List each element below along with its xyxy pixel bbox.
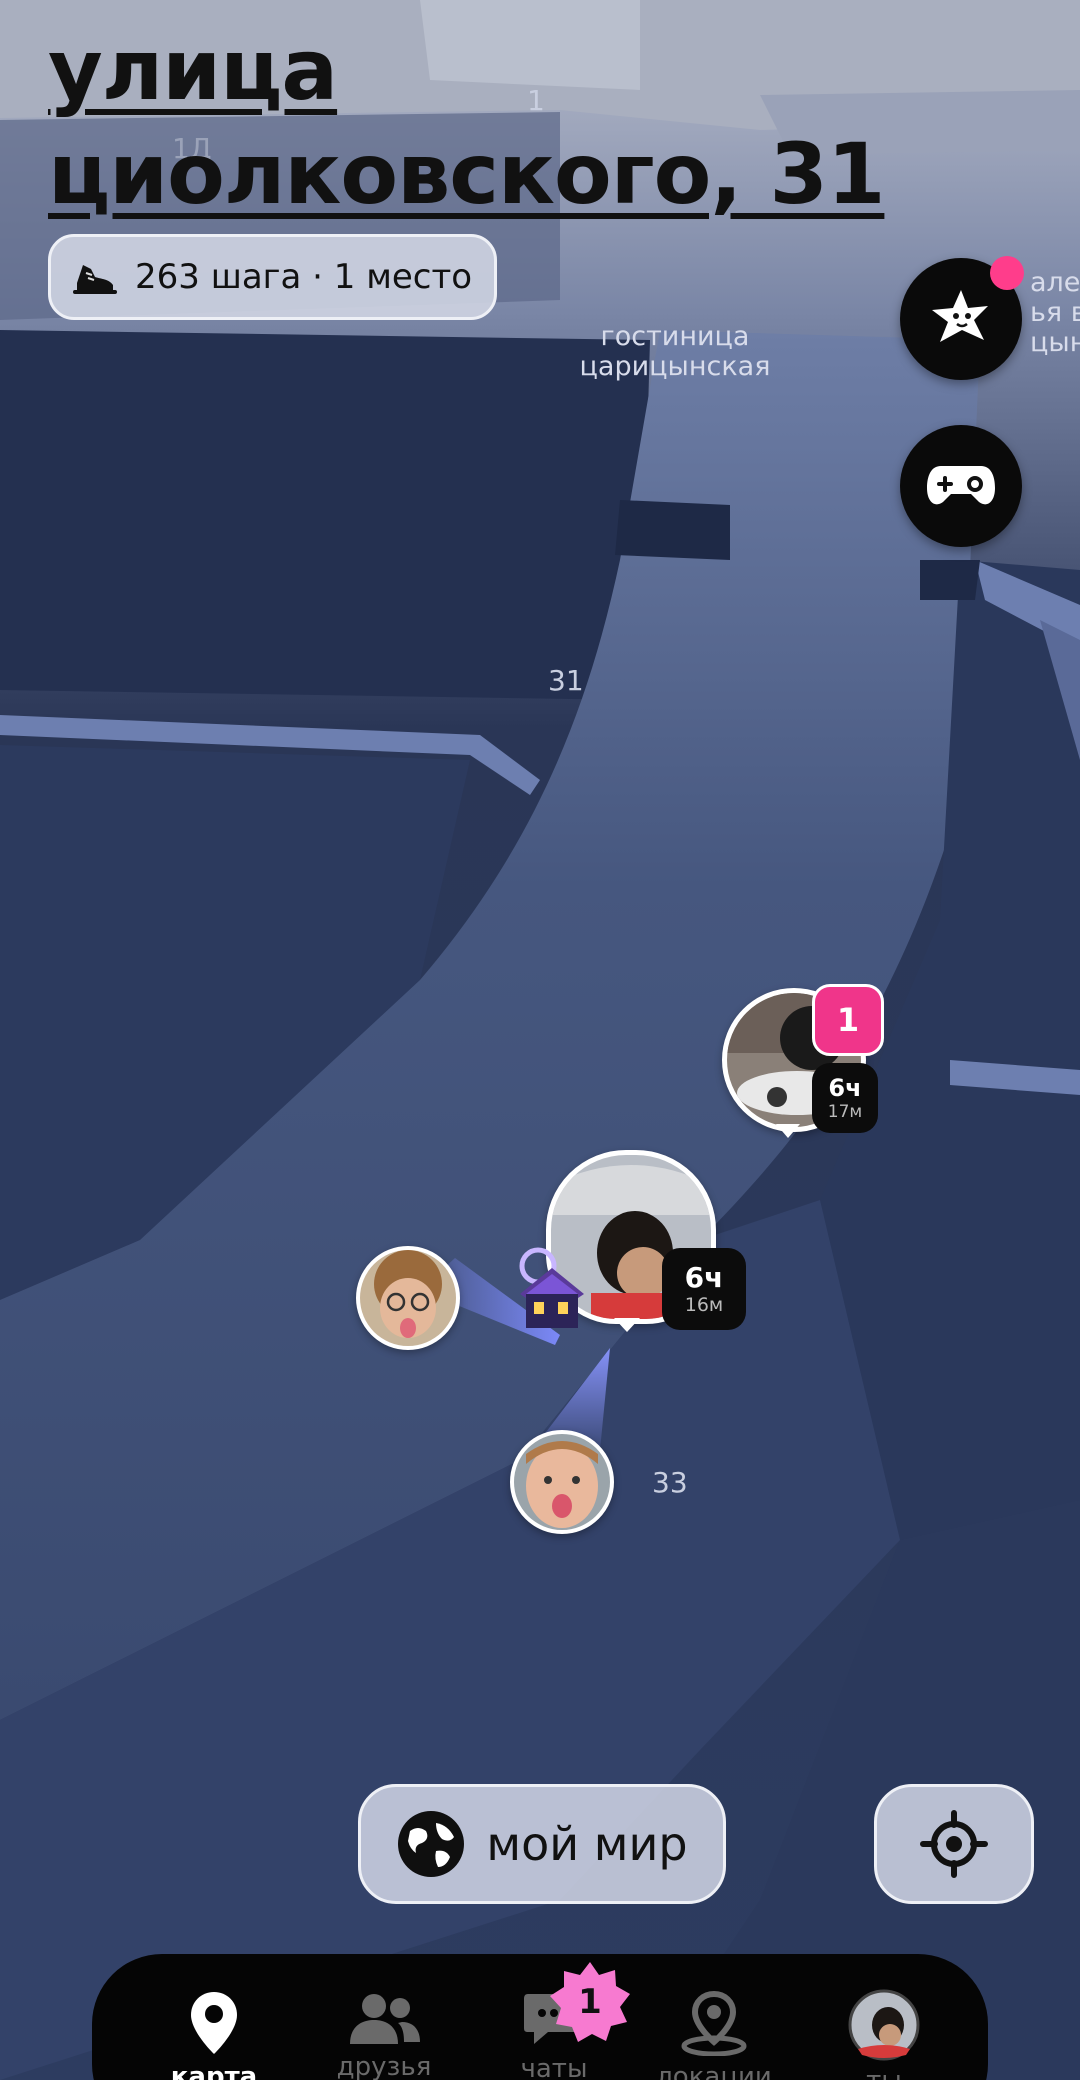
globe-icon [398, 1811, 465, 1877]
tab-label: карта [170, 2062, 258, 2080]
games-button[interactable] [900, 425, 1022, 547]
map-building-number: 33 [652, 1466, 688, 1499]
crosshair-icon [920, 1810, 988, 1878]
location-icon [681, 1990, 747, 2056]
time-since-badge: 6ч 16м [662, 1248, 746, 1330]
my-world-button[interactable]: мой мир [358, 1784, 726, 1904]
tab-locations[interactable]: локации [644, 1954, 784, 2080]
tab-profile[interactable]: ты [814, 1954, 954, 2080]
notification-dot [990, 256, 1024, 290]
map-poi-label: гостиница царицынская [579, 321, 771, 382]
marker-pointer [614, 1318, 640, 1332]
tab-label: локации [656, 2062, 772, 2080]
friends-icon [350, 1994, 420, 2044]
my-world-label: мой мир [486, 1817, 688, 1871]
new-moments-badge: 1 [812, 984, 884, 1056]
tab-friends[interactable]: друзья [314, 1954, 454, 2080]
home-house-icon[interactable] [512, 1246, 592, 1336]
time-since-badge: 6ч 17м [812, 1063, 878, 1133]
address-title[interactable]: улица циолковского, 31 [48, 18, 908, 226]
unread-count: 1 [578, 1982, 602, 2022]
map-pin-icon [191, 1992, 237, 2054]
star-character-icon [932, 290, 988, 342]
bottom-tab-bar: карта друзья 1 чаты локации [92, 1954, 988, 2080]
steps-pill[interactable]: 263 шага · 1 место [48, 234, 498, 320]
marker-pointer [776, 1124, 800, 1138]
tab-map[interactable]: карта [144, 1954, 284, 2080]
tab-label: чаты [520, 2054, 588, 2080]
friend-photo [514, 1434, 610, 1530]
friend-photo [360, 1250, 456, 1346]
tab-label: друзья [336, 2052, 432, 2080]
tab-label: ты [866, 2066, 902, 2080]
locate-me-button[interactable] [874, 1784, 1034, 1904]
stars-button[interactable] [900, 256, 1024, 380]
sneaker-icon [73, 265, 117, 294]
map-poi-label: але ья вы цын [1030, 267, 1080, 358]
gamepad-icon [927, 466, 995, 505]
avatar [848, 1989, 920, 2061]
friend-avatar-marker[interactable] [510, 1430, 614, 1534]
map-building-number: 31 [548, 664, 584, 697]
steps-text: 263 шага · 1 место [135, 257, 473, 297]
friend-avatar-marker[interactable] [356, 1246, 460, 1350]
map-screen: 1 1Д гостиница царицынская але ья вы цын… [0, 0, 1080, 2080]
tab-chats[interactable]: 1 чаты [484, 1954, 630, 2080]
